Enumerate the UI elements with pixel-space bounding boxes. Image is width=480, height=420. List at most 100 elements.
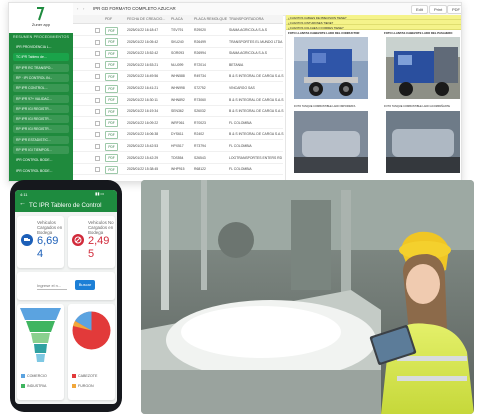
- search-input[interactable]: [37, 281, 67, 290]
- sidebar-item[interactable]: RP IPR IGI REGISTR...: [13, 125, 69, 134]
- table-row[interactable]: PDF 2025/01/22 16:06:38 DYS611 R2402 B & S I…: [73, 128, 284, 141]
- row-trailer-plate: S26032: [194, 109, 206, 114]
- row-plate: WHN998: [171, 86, 185, 90]
- row-date: 2025/01/22 15:52:42: [127, 51, 159, 56]
- sidebar-item[interactable]: RP IPR IGI REGISTR...: [13, 104, 69, 113]
- row-checkbox[interactable]: [95, 120, 100, 126]
- row-checkbox[interactable]: [95, 132, 100, 138]
- kpi-subvalue: 4: [37, 248, 44, 260]
- row-pdf-button[interactable]: PDF: [105, 119, 118, 128]
- table-row[interactable]: PDF 2025/01/22 16:19:34 SEN362 S26032 B & S …: [73, 105, 284, 118]
- row-plate: SEN362: [171, 109, 184, 114]
- kpi-card-not-loaded[interactable]: Vehiculos No Cargados en Bodega 2,49 5: [68, 216, 115, 268]
- table-row[interactable]: PDF 2025/01/22 16:53:21 NLU099 R72014 BETANI…: [73, 59, 283, 71]
- row-checkbox[interactable]: [95, 167, 100, 173]
- row-plate: TDS554: [171, 155, 184, 160]
- row-pdf-button[interactable]: PDF: [105, 165, 118, 174]
- row-checkbox[interactable]: [95, 144, 100, 149]
- row-date: 2025/01/22 16:18:47: [127, 28, 159, 32]
- sugar-plant-photo: [141, 180, 474, 414]
- sidebar-item[interactable]: IPR CONTROL BODE...: [13, 167, 69, 175]
- row-carrier: B & S INTEGRAL DE CARGA S.A.S: [229, 97, 284, 102]
- column-header[interactable]: PLACA REMOLQUE: [194, 17, 227, 21]
- row-pdf-button[interactable]: PDF: [105, 96, 118, 105]
- row-carrier: LOGTRANSPORTES ENTERS RD: [229, 155, 283, 160]
- forward-icon[interactable]: ›: [83, 6, 84, 11]
- row-trailer-plate: R73794: [194, 144, 206, 148]
- edit-button[interactable]: Edit: [411, 5, 428, 14]
- truck-photo-right[interactable]: [386, 37, 460, 99]
- photo-caption-left: FOTO TANQUE COMBUSTIBLE LADO IMPORRATA: [294, 105, 356, 108]
- row-pdf-button[interactable]: PDF: [105, 61, 118, 70]
- truck-circle-icon: [21, 234, 33, 246]
- row-plate: WHN892: [171, 97, 185, 102]
- table-row[interactable]: PDF 2025/01/22 16:41:21 WHN998 S72752 VINCAR…: [73, 82, 283, 94]
- search-button[interactable]: Buscar: [75, 280, 95, 290]
- row-checkbox[interactable]: [95, 109, 100, 115]
- sidebar-item[interactable]: IPR CONTROL BODE...: [13, 156, 69, 164]
- row-trailer-plate: S26543: [194, 155, 206, 160]
- row-checkbox[interactable]: [95, 97, 100, 103]
- row-pdf-button[interactable]: PDF: [105, 38, 118, 47]
- back-arrow-icon[interactable]: ←: [19, 200, 26, 207]
- app-logo-icon: [37, 7, 45, 21]
- column-header[interactable]: TRANSPORTADORA: [229, 17, 264, 21]
- sidebar-item[interactable]: RP IPR IGI TIEMPOS...: [13, 146, 69, 154]
- sidebar-item[interactable]: RP IPR IGI REGISTR...: [13, 115, 69, 124]
- print-button[interactable]: Print: [429, 5, 448, 14]
- row-trailer-plate: R73060: [194, 97, 206, 102]
- photo-header-left: FOTO LLANTAS CABEZOTE LADO DEL CONDUCTOR: [288, 31, 360, 35]
- truck-photo-left[interactable]: [294, 37, 368, 99]
- row-pdf-button[interactable]: PDF: [105, 72, 118, 81]
- column-header[interactable]: PLACA: [171, 17, 183, 21]
- table-row[interactable]: PDF 2025/01/22 16:49:56 WHN588 R49734 B & S …: [73, 70, 284, 83]
- column-header[interactable]: FECHA DE CREACIO...: [127, 17, 165, 21]
- row-checkbox[interactable]: [95, 62, 100, 68]
- row-date: 2025/01/22 16:53:21: [127, 62, 159, 67]
- row-pdf-button[interactable]: PDF: [105, 107, 118, 116]
- row-pdf-button[interactable]: PDF: [105, 26, 118, 35]
- sidebar-item[interactable]: TC IPR Tablero de...: [13, 53, 69, 62]
- sidebar-item[interactable]: RP IPR RC TRANSPO...: [13, 63, 69, 72]
- row-checkbox[interactable]: [95, 74, 100, 80]
- table-row[interactable]: PDF 2025/01/22 15:52:42 SOR093 R26994 SIAMA …: [73, 47, 283, 60]
- column-header[interactable]: PDF: [105, 17, 112, 21]
- row-pdf-button[interactable]: PDF: [105, 154, 118, 163]
- row-pdf-button[interactable]: PDF: [105, 130, 118, 139]
- back-icon[interactable]: ‹: [77, 6, 78, 11]
- row-checkbox[interactable]: [95, 86, 100, 91]
- funnel-chart-card: COMERCIO INDUSTRIA: [17, 304, 64, 400]
- row-pdf-button[interactable]: PDF: [105, 84, 118, 93]
- table-row[interactable]: PDF 2025/01/22 16:30:11 WHN892 R73060 B & S …: [73, 94, 284, 106]
- row-checkbox[interactable]: [95, 28, 100, 33]
- row-checkbox[interactable]: [95, 39, 100, 45]
- pie-chart[interactable]: [71, 310, 112, 351]
- phone-screen: 4:11 ▮▮ ▭ ← TC IPR Tablero de Control Ve…: [15, 190, 117, 404]
- sidebar-item[interactable]: RP IPR ESTADISTIC...: [13, 135, 69, 144]
- legend-label: INDUSTRIA: [27, 384, 47, 388]
- table-row[interactable]: PDF 2025/01/22 15:38:45 WHP915 R68122 FL COL…: [73, 163, 283, 176]
- table-row[interactable]: PDF 2025/01/22 15:42:53 HPX517 R73794 FL COL…: [73, 140, 283, 152]
- table-row[interactable]: PDF 2025/01/22 15:42:29 TDS554 S26543 LOGTRA…: [73, 152, 283, 164]
- funnel-chart[interactable]: [20, 308, 61, 368]
- table-row[interactable]: PDF 2025/01/22 16:09:22 WRF061 R70023 FL COL…: [73, 117, 283, 129]
- kpi-card-loaded[interactable]: Vehiculos Cargados en Bodega 6,69 4: [17, 216, 64, 268]
- fuel-tank-photo-left[interactable]: [294, 111, 368, 173]
- sidebar-item[interactable]: RP IPR 97+ VALIDAC...: [13, 94, 69, 103]
- table-row[interactable]: PDF 2025/01/22 16:18:47 TSV791 R29020 SIAMA …: [73, 24, 283, 36]
- row-plate: WHP915: [171, 167, 185, 172]
- row-trailer-plate: R2402: [194, 132, 204, 137]
- pdf-button[interactable]: PDF: [447, 5, 461, 14]
- kpi-value: 2,49: [88, 235, 110, 247]
- fuel-tank-photo-right[interactable]: [386, 111, 460, 173]
- row-date: 2025/01/22 16:30:11: [127, 97, 158, 102]
- table-row[interactable]: PDF 2025/01/22 16:05:42 SKU240 R26499 TRANSP…: [73, 36, 283, 48]
- row-pdf-button[interactable]: PDF: [105, 49, 118, 58]
- row-checkbox[interactable]: [95, 155, 100, 161]
- sidebar-item[interactable]: RP · IPI CONTROL IN...: [13, 73, 69, 82]
- pie-chart-card: CABEZOTE FURGON: [68, 304, 115, 400]
- row-pdf-button[interactable]: PDF: [105, 142, 118, 151]
- sidebar-item[interactable]: IPR PROVIDENCIA L...: [13, 43, 69, 51]
- row-checkbox[interactable]: [95, 51, 100, 57]
- sidebar-item[interactable]: RP IPR CONTROL...: [13, 84, 69, 93]
